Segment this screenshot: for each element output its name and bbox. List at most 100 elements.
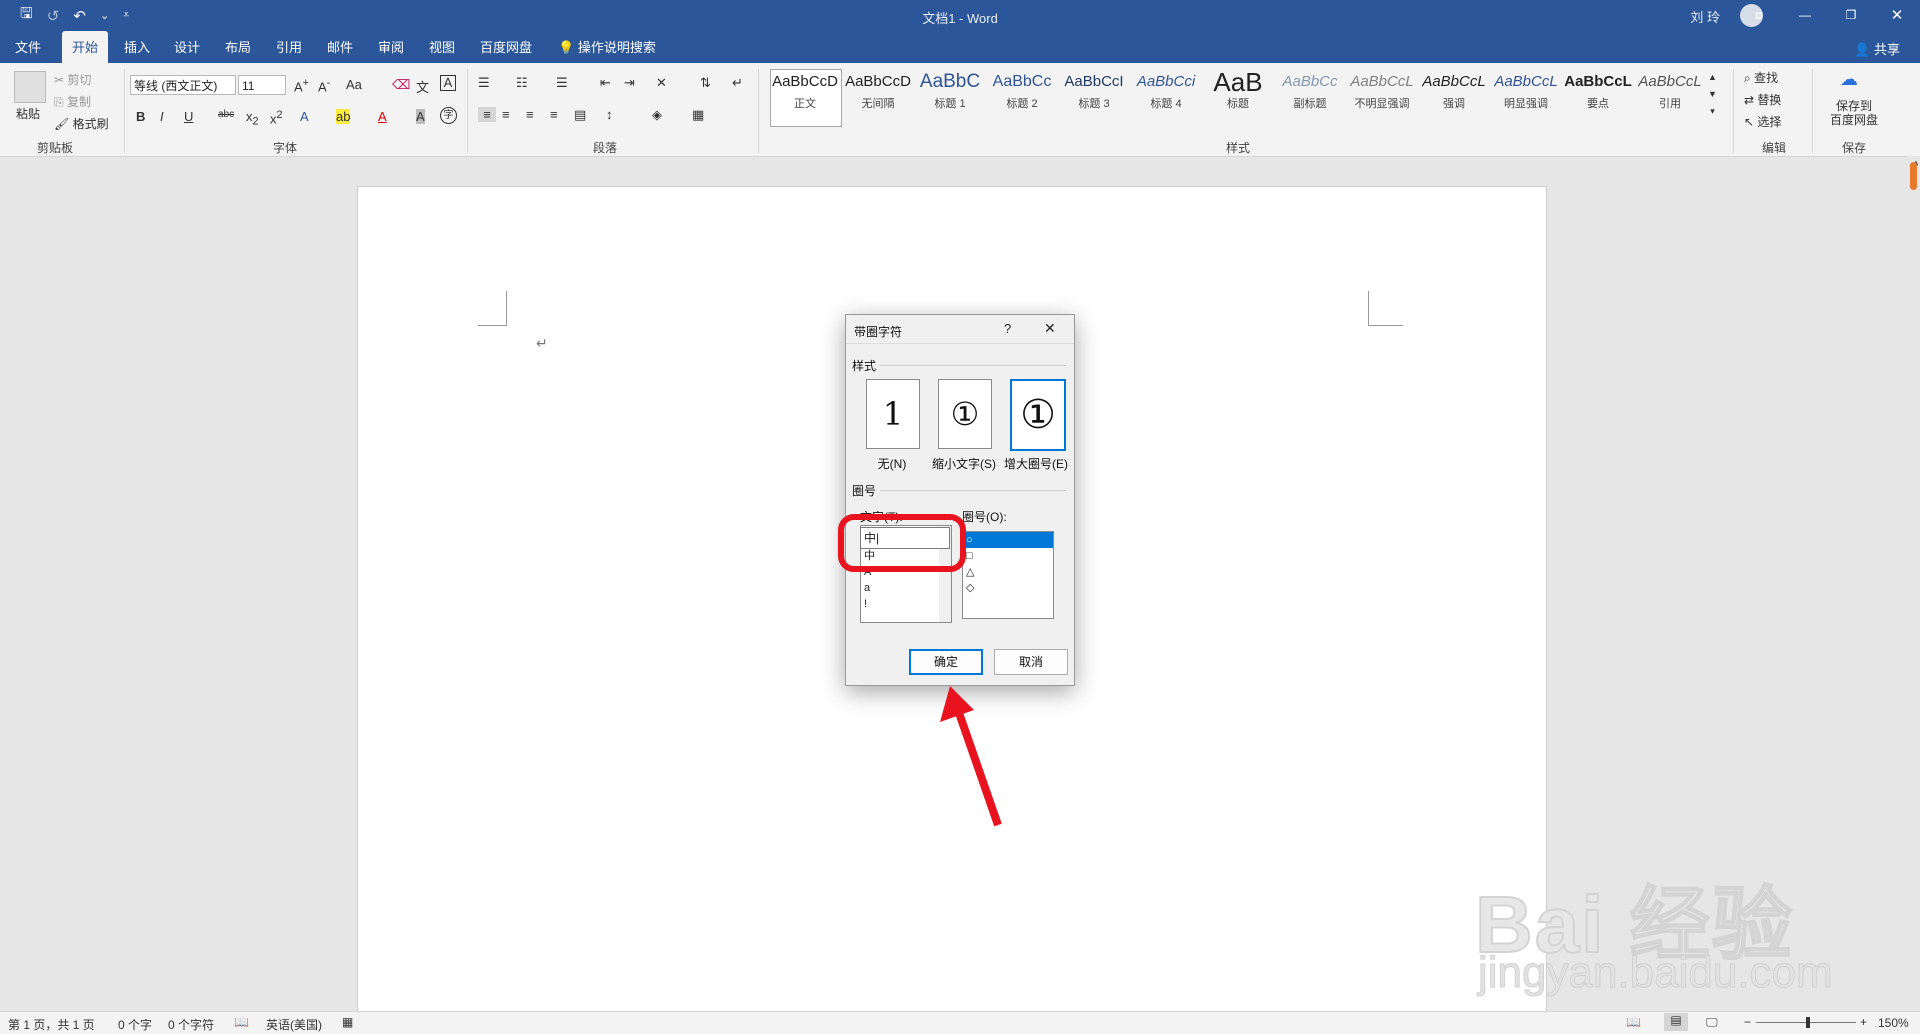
language-status[interactable]: 英语(美国) <box>266 1016 322 1033</box>
style-quote[interactable]: AaBbCcL 引用 <box>1635 67 1705 121</box>
option-label-enlarge-symbol[interactable]: 增大圈号(E) <box>1001 455 1071 472</box>
style-option-shrink-text[interactable]: ① <box>938 379 992 449</box>
shrink-font-icon[interactable]: A- <box>318 77 330 94</box>
web-layout-icon[interactable]: 🖵 <box>1706 1015 1718 1030</box>
justify-icon[interactable]: ≡ <box>550 107 558 122</box>
tab-mailings[interactable]: 邮件 <box>317 31 363 63</box>
vertical-scrollbar[interactable]: ▲ <box>1907 156 1920 1011</box>
style-heading-4[interactable]: AaBbCci 标题 4 <box>1131 67 1201 121</box>
tab-references[interactable]: 引用 <box>266 31 312 63</box>
share-button[interactable]: 👤 共享 <box>1854 39 1900 58</box>
style-heading-2[interactable]: AaBbCc 标题 2 <box>987 67 1057 121</box>
style-heading-3[interactable]: AaBbCcI 标题 3 <box>1059 67 1129 121</box>
minimize-button[interactable]: — <box>1782 0 1828 31</box>
cancel-button[interactable]: 取消 <box>994 649 1068 675</box>
cut-button[interactable]: ✂ 剪切 <box>54 71 91 88</box>
style-emphasis[interactable]: AaBbCcL 强调 <box>1419 67 1489 121</box>
underline-icon[interactable]: U <box>184 109 193 124</box>
character-shading-icon[interactable]: A <box>416 109 425 124</box>
numbering-icon[interactable]: ☷ <box>516 75 528 91</box>
tab-view[interactable]: 视图 <box>419 31 465 63</box>
style-subtitle[interactable]: AaBbCc 副标题 <box>1275 67 1345 121</box>
enclose-characters-icon[interactable]: 字 <box>440 107 457 124</box>
ring-list[interactable]: ○ □ △ ◇ <box>962 531 1054 619</box>
tab-review[interactable]: 审阅 <box>368 31 414 63</box>
list-item[interactable]: △ <box>963 564 1053 580</box>
style-strong[interactable]: AaBbCcL 要点 <box>1563 67 1633 121</box>
distributed-icon[interactable]: ▤ <box>574 107 586 123</box>
tab-insert[interactable]: 插入 <box>114 31 160 63</box>
zoom-out-icon[interactable]: − <box>1744 1015 1751 1029</box>
find-button[interactable]: ⌕ 查找 <box>1744 69 1778 86</box>
decrease-indent-icon[interactable]: ⇤ <box>600 75 611 91</box>
chinese-layout-icon[interactable]: ✕ <box>656 75 667 91</box>
increase-indent-icon[interactable]: ⇥ <box>624 75 635 91</box>
paste-button-label[interactable]: 粘贴 <box>16 105 40 122</box>
subscript-icon[interactable]: x2 <box>246 109 259 128</box>
show-formatting-icon[interactable]: ↵ <box>732 75 743 91</box>
read-mode-icon[interactable]: 📖 <box>1626 1015 1641 1029</box>
highlight-icon[interactable]: ab <box>336 109 351 124</box>
clear-format-icon[interactable]: ⌫ <box>392 77 410 93</box>
baidu-netdisk-icon[interactable]: ☁ <box>1840 69 1858 90</box>
multilevel-list-icon[interactable]: ☰ <box>556 75 568 91</box>
dialog-close-button[interactable]: ✕ <box>1044 320 1056 337</box>
zoom-level[interactable]: 150% <box>1878 1016 1909 1030</box>
tab-file[interactable]: 文件 <box>5 31 51 63</box>
borders-icon[interactable]: ▦ <box>692 107 704 123</box>
change-case-icon[interactable]: Aa <box>346 77 362 92</box>
align-center-icon[interactable]: ≡ <box>502 107 510 122</box>
tab-home[interactable]: 开始 <box>62 31 109 63</box>
style-no-spacing[interactable]: AaBbCcD 无间隔 <box>843 67 913 121</box>
zoom-slider-thumb[interactable] <box>1806 1017 1810 1028</box>
character-border-icon[interactable]: A <box>440 75 456 91</box>
style-subtle-emphasis[interactable]: AaBbCcL 不明显强调 <box>1347 67 1417 121</box>
text-effects-icon[interactable]: A <box>300 109 309 124</box>
tell-me-search[interactable]: 💡 操作说明搜索 <box>548 31 666 63</box>
close-window-button[interactable]: ✕ <box>1874 0 1920 31</box>
ribbon-display-options-icon[interactable]: ⧈ <box>1736 0 1782 31</box>
tab-baidu-netdisk[interactable]: 百度网盘 <box>470 31 542 63</box>
font-size-combo[interactable]: 11 <box>238 75 286 95</box>
font-name-combo[interactable]: 等线 (西文正文) <box>130 75 236 95</box>
page-count[interactable]: 第 1 页，共 1 页 <box>8 1016 95 1033</box>
strikethrough-icon[interactable]: abc <box>218 109 234 120</box>
style-intense-emphasis[interactable]: AaBbCcL 明显强调 <box>1491 67 1561 121</box>
tab-layout[interactable]: 布局 <box>215 31 261 63</box>
proofing-icon[interactable]: 📖 <box>234 1015 249 1029</box>
zoom-in-icon[interactable]: + <box>1860 1015 1867 1029</box>
ok-button[interactable]: 确定 <box>909 649 983 675</box>
style-option-enlarge-symbol[interactable]: ① <box>1010 379 1066 451</box>
select-button[interactable]: ↖ 选择 <box>1744 113 1781 130</box>
shading-icon[interactable]: ◈ <box>652 107 662 123</box>
font-color-icon[interactable]: A <box>378 109 387 124</box>
list-item[interactable]: □ <box>963 548 1053 564</box>
style-heading-1[interactable]: AaBbC 标题 1 <box>915 67 985 121</box>
list-item[interactable]: ! <box>861 596 951 612</box>
option-label-shrink-text[interactable]: 缩小文字(S) <box>929 455 999 472</box>
style-title[interactable]: AaB 标题 <box>1203 67 1273 121</box>
word-count[interactable]: 0 个字 <box>118 1016 152 1033</box>
italic-icon[interactable]: I <box>160 109 164 124</box>
list-item[interactable]: ◇ <box>963 580 1053 596</box>
bullets-icon[interactable]: ☰ <box>478 75 490 91</box>
char-count[interactable]: 0 个字符 <box>168 1016 214 1033</box>
sort-icon[interactable]: ⇅ <box>700 75 711 91</box>
align-left-icon[interactable]: ≡ <box>478 107 496 122</box>
align-right-icon[interactable]: ≡ <box>526 107 534 122</box>
format-painter-button[interactable]: 🖌 格式刷 <box>54 115 109 132</box>
scroll-thumb[interactable] <box>1910 162 1917 190</box>
replace-button[interactable]: ⇄ 替换 <box>1744 91 1781 108</box>
style-gallery-scroll[interactable]: ▲ ▼ ▾ <box>1708 69 1717 120</box>
help-icon[interactable]: ? <box>1004 321 1011 336</box>
list-item[interactable]: a <box>861 580 951 596</box>
tab-design[interactable]: 设计 <box>164 31 210 63</box>
bold-icon[interactable]: B <box>136 109 145 124</box>
user-name[interactable]: 刘 玲 <box>1690 7 1720 26</box>
phonetic-guide-icon[interactable]: 文 <box>416 77 429 96</box>
line-spacing-icon[interactable]: ↕ <box>606 107 613 122</box>
copy-button[interactable]: ⎘ 复制 <box>54 93 91 110</box>
paste-icon[interactable] <box>14 71 46 103</box>
style-normal[interactable]: AaBbCcD 正文 <box>770 67 840 121</box>
grow-font-icon[interactable]: A+ <box>294 77 309 94</box>
